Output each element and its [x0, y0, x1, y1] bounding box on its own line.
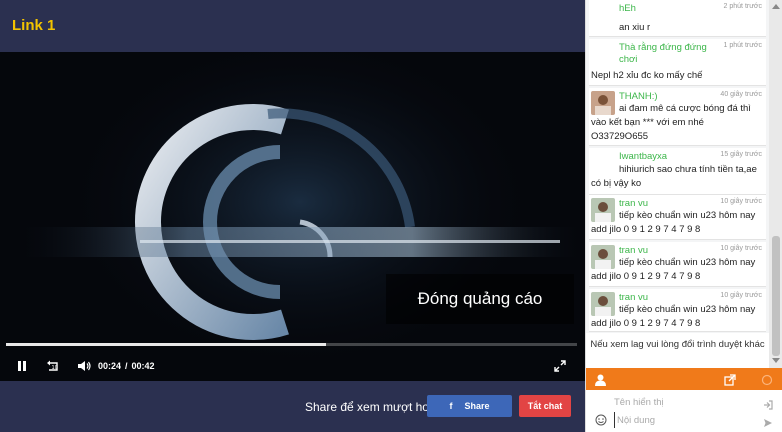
progress-bar[interactable]	[6, 343, 577, 346]
scroll-thumb[interactable]	[772, 236, 780, 356]
time-display: 00:24/00:42	[98, 361, 155, 371]
progress-fill	[6, 343, 326, 346]
chat-text: tiếp kèo chuẩn win u23 hôm nay add jilo …	[591, 304, 756, 329]
external-link-icon[interactable]	[724, 373, 736, 391]
chat-timestamp: 10 giây trước	[720, 245, 762, 252]
user-icon[interactable]	[595, 373, 606, 391]
main-column: Link 1 Đóng quảng cáo 10 00:24 / 00:42 S…	[0, 0, 585, 432]
time-separator: /	[125, 361, 128, 371]
chat-text: ai đam mê cá cược bóng đá thì vào kết bạ…	[591, 103, 751, 142]
chat-timestamp: 15 giây trước	[720, 151, 762, 158]
video-frame	[0, 52, 585, 381]
chat-message: tran vu 10 giây trước tiếp kèo chuẩn win…	[589, 289, 766, 332]
chat-message-list[interactable]: hEh 2 phút trước an xiu r Thà rằng đứng …	[586, 0, 769, 368]
close-ad-button[interactable]: Đóng quảng cáo	[386, 274, 574, 324]
chat-scrollbar[interactable]	[769, 0, 782, 368]
display-name-input[interactable]	[614, 394, 764, 410]
chat-message: THANH:) 40 giây trước ai đam mê cá cược …	[589, 88, 766, 146]
chat-username[interactable]: Iwantbayxa	[619, 151, 714, 163]
volume-icon[interactable]	[74, 356, 94, 376]
status-circle-icon[interactable]	[761, 373, 773, 391]
chat-message: hEh 2 phút trước an xiu r	[589, 0, 766, 37]
chat-panel: hEh 2 phút trước an xiu r Thà rằng đứng …	[585, 0, 782, 432]
chat-text: tiếp kèo chuẩn win u23 hôm nay add jilo …	[591, 257, 756, 282]
chat-text: hihiurich sao chưa tính tiền ta,ae có bị…	[591, 164, 757, 189]
message-input[interactable]	[614, 412, 764, 428]
share-button[interactable]: f Share	[427, 395, 512, 417]
page-title: Link 1	[12, 17, 56, 34]
chat-message: tran vu 10 giây trước tiếp kèo chuẩn win…	[589, 242, 766, 287]
chat-message: Iwantbayxa 15 giây trước hihiurich sao c…	[589, 148, 766, 195]
lag-notice: Nếu xem lag vui lòng đổi trình duyệt khá…	[586, 333, 769, 368]
emoji-icon[interactable]	[595, 413, 607, 431]
scroll-down-icon[interactable]	[772, 358, 780, 363]
chat-toolbar	[586, 368, 782, 390]
share-prompt: Share để xem mượt hơn	[305, 400, 437, 414]
chat-timestamp: 2 phút trước	[723, 3, 762, 10]
hide-chat-button[interactable]: Tắt chat	[519, 395, 571, 417]
duration: 00:42	[131, 361, 155, 371]
chat-timestamp: 40 giây trước	[720, 91, 762, 98]
chat-username[interactable]: hEh	[619, 3, 714, 15]
chat-message: Thà rằng đứng đứng chơi 1 phút trước Nep…	[589, 39, 766, 86]
chat-username[interactable]: Thà rằng đứng đứng chơi	[619, 42, 714, 66]
pause-icon[interactable]	[12, 356, 32, 376]
chat-timestamp: 10 giây trước	[720, 198, 762, 205]
chat-text: tiếp kèo chuẩn win u23 hôm nay add jilo …	[591, 210, 756, 235]
svg-text:10: 10	[52, 365, 58, 371]
chat-text: an xiu r	[619, 22, 651, 33]
send-icon[interactable]	[763, 415, 773, 432]
video-player[interactable]: Đóng quảng cáo 10 00:24/00:42	[0, 52, 585, 381]
chat-timestamp: 1 phút trước	[723, 42, 762, 49]
share-label: Share	[464, 401, 490, 411]
chat-text: Nepl h2 xỉu đc ko mấy chế	[591, 70, 703, 81]
chat-message: tran vu 10 giây trước tiếp kèo chuẩn win…	[589, 195, 766, 240]
scroll-up-icon[interactable]	[772, 4, 780, 9]
title-bar: Link 1	[0, 0, 585, 52]
login-icon[interactable]	[763, 397, 773, 415]
replay-icon[interactable]: 10	[43, 356, 63, 376]
fullscreen-icon[interactable]	[550, 356, 570, 376]
player-controls: 10 00:24/00:42	[0, 352, 585, 381]
facebook-icon: f	[449, 401, 453, 411]
chat-input-area	[586, 390, 782, 432]
current-time: 00:24	[98, 361, 122, 371]
chat-timestamp: 10 giây trước	[720, 292, 762, 299]
app-root: Link 1 Đóng quảng cáo 10 00:24 / 00:42 S…	[0, 0, 782, 432]
